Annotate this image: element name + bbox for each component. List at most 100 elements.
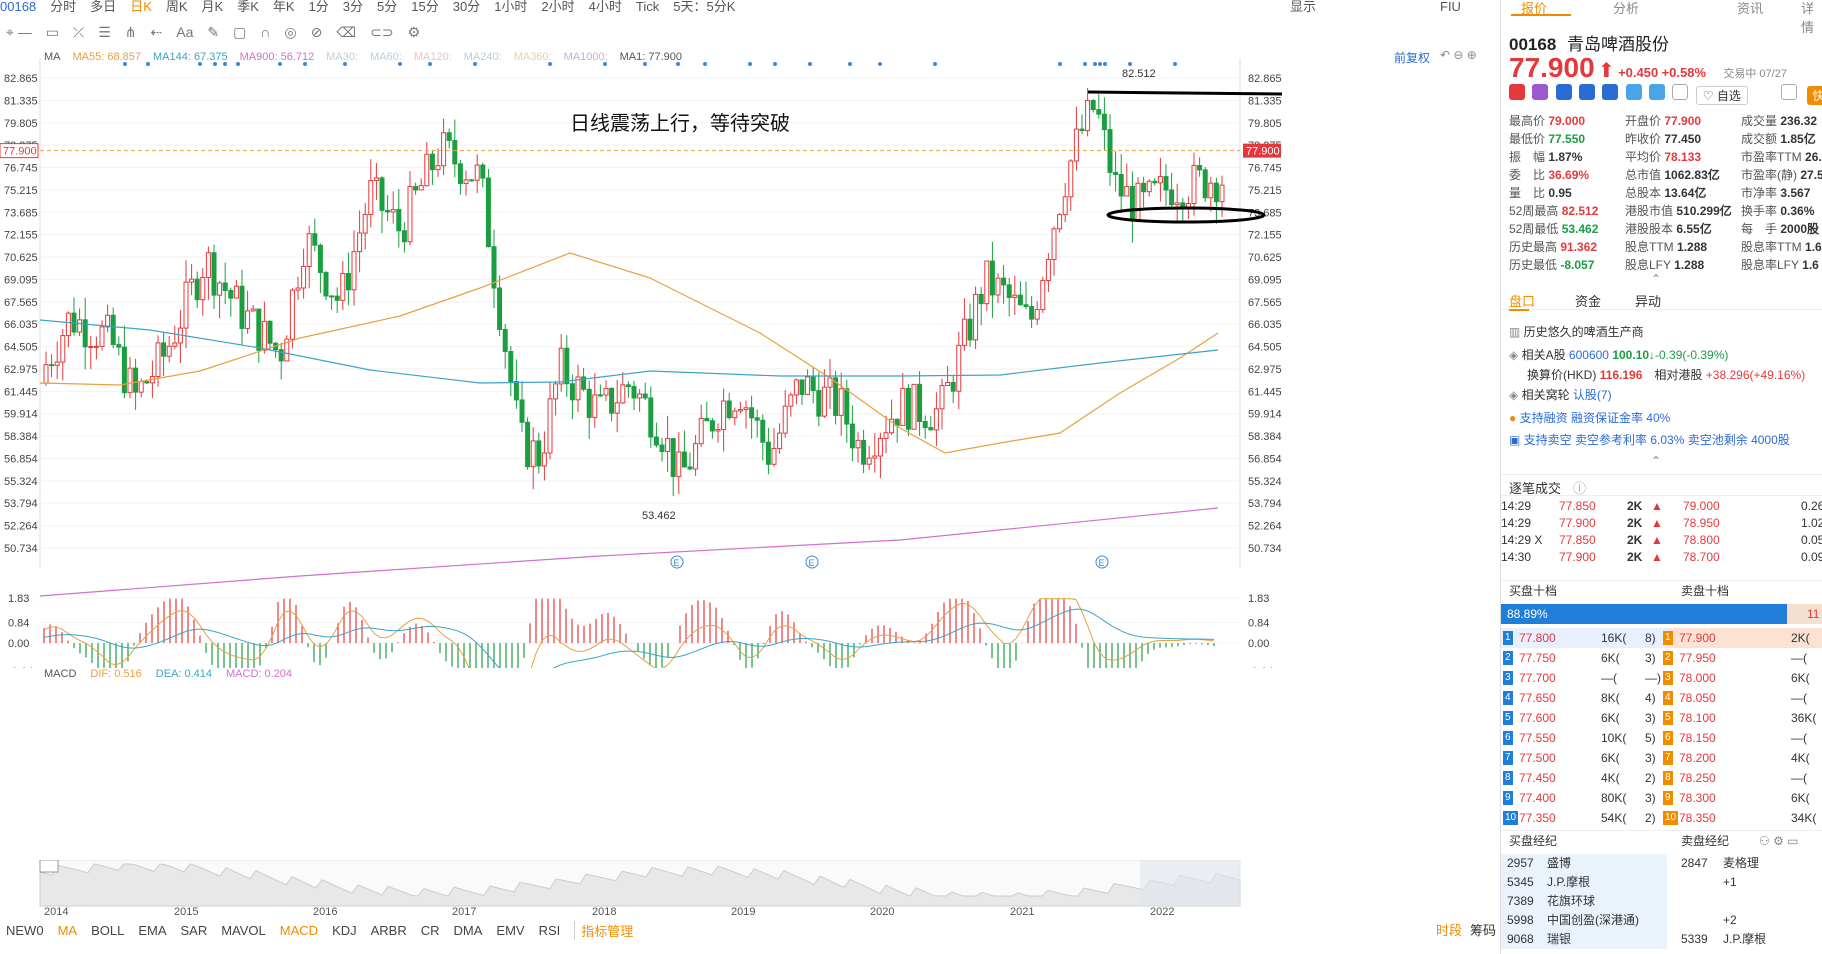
ask-price-2[interactable]: 78.000 — [1679, 668, 1716, 688]
indicator-manager[interactable]: 指标管理 — [574, 920, 633, 940]
collapse-icon[interactable]: ⌃ — [1651, 272, 1661, 286]
period-tab-14[interactable]: 4小时 — [589, 0, 622, 13]
bell-icon[interactable] — [1781, 84, 1798, 100]
arrow-icon[interactable]: ⇠ — [151, 24, 163, 41]
s-icon[interactable] — [1602, 84, 1619, 100]
tab-pankou[interactable]: 盘口 — [1509, 291, 1535, 310]
indicator-tab-5[interactable]: MAVOL — [221, 923, 266, 938]
bid-price-9[interactable]: 77.350 — [1519, 808, 1556, 828]
ask-price-7[interactable]: 78.250 — [1679, 768, 1716, 788]
link-icon[interactable]: ⊂⊃ — [370, 24, 393, 41]
comment-icon[interactable]: ▢ — [233, 24, 246, 41]
broker-bid-name-2[interactable]: 花旗环球 — [1547, 892, 1595, 911]
bid-price-1[interactable]: 77.750 — [1519, 648, 1556, 668]
broker-tools-icon[interactable]: ⚇ ⚙ ▭ — [1759, 831, 1799, 851]
indicator-tab-12[interactable]: RSI — [539, 923, 561, 938]
period-tab-15[interactable]: Tick — [636, 0, 659, 13]
watchlist-button[interactable]: ♡ 自选 — [1695, 86, 1748, 105]
ask-price-9[interactable]: 78.350 — [1679, 808, 1716, 828]
indicator-tab-3[interactable]: EMA — [138, 923, 166, 938]
candlestick-chart[interactable]: 82.86582.86581.33581.33579.80579.80578.2… — [0, 48, 1500, 668]
warrant-val[interactable]: 认股(7) — [1573, 388, 1612, 402]
bid-price-6[interactable]: 77.500 — [1519, 748, 1556, 768]
broker-ask-name-4[interactable]: J.P.摩根 — [1723, 930, 1766, 949]
ask-price-4[interactable]: 78.100 — [1679, 708, 1716, 728]
broker-ask-name-0[interactable]: 麦格理 — [1723, 854, 1759, 873]
star-icon[interactable] — [1532, 84, 1549, 100]
stock-code-tab[interactable]: 00168 — [0, 0, 36, 13]
tab-yidong[interactable]: 异动 — [1635, 291, 1661, 310]
line-icon[interactable]: ⤫ — [73, 24, 84, 41]
short-a[interactable]: 支持卖空 — [1524, 433, 1572, 447]
margin-a[interactable]: 支持融资 — [1520, 411, 1568, 425]
period-tab-5[interactable]: 季K — [237, 0, 259, 13]
cursor-icon[interactable]: ⌖ — — [6, 24, 32, 41]
ask-price-6[interactable]: 78.200 — [1679, 748, 1716, 768]
a-share-row[interactable]: ◈ 相关A股 600600 100.10↓-0.39(-0.39%) — [1509, 346, 1822, 364]
a-share-code[interactable]: 600600 — [1569, 348, 1609, 362]
collapse2-icon[interactable]: ⌃ — [1651, 454, 1661, 468]
bid-price-4[interactable]: 77.600 — [1519, 708, 1556, 728]
hk-flag-icon[interactable] — [1509, 84, 1525, 100]
indicator-right-0[interactable]: 时段 — [1436, 923, 1462, 938]
indicator-tab-9[interactable]: CR — [421, 923, 440, 938]
ask-price-0[interactable]: 77.900 — [1679, 628, 1716, 648]
period-tab-7[interactable]: 1分 — [309, 0, 329, 13]
ask-price-5[interactable]: 78.150 — [1679, 728, 1716, 748]
period-tab-16[interactable]: 5天：5分K — [673, 0, 735, 13]
fast-trade-button[interactable]: 快捷交 — [1806, 86, 1822, 105]
period-tab-3[interactable]: 周K — [166, 0, 188, 13]
period-tab-8[interactable]: 3分 — [343, 0, 363, 13]
brush-icon[interactable]: ✎ — [207, 24, 219, 41]
quote-tab-2[interactable]: 资讯 — [1737, 0, 1763, 17]
indicator-tab-7[interactable]: KDJ — [332, 923, 357, 938]
bid-price-5[interactable]: 77.550 — [1519, 728, 1556, 748]
period-tab-6[interactable]: 年K — [273, 0, 295, 13]
bid-price-7[interactable]: 77.450 — [1519, 768, 1556, 788]
dollar-icon[interactable] — [1579, 84, 1596, 100]
swap-icon[interactable] — [1555, 84, 1572, 100]
period-tab-0[interactable]: 分时 — [50, 0, 76, 13]
broker-bid-name-3[interactable]: 中国创盈(深港通) — [1547, 911, 1639, 930]
tab-zijin[interactable]: 资金 — [1575, 291, 1601, 310]
rect-icon[interactable]: ▭ — [46, 24, 59, 41]
bid-price-3[interactable]: 77.650 — [1519, 688, 1556, 708]
broker-bid-name-0[interactable]: 盛博 — [1547, 854, 1571, 873]
period-tab-4[interactable]: 月K — [202, 0, 224, 13]
indicator-tab-10[interactable]: DMA — [454, 923, 483, 938]
period-tab-13[interactable]: 2小时 — [541, 0, 574, 13]
settings-icon[interactable]: ⚙ — [408, 24, 421, 41]
fork-icon[interactable]: ⋔ — [125, 24, 137, 41]
magnet-icon[interactable]: ∩ — [260, 24, 270, 40]
topbar-right[interactable]: 显示 — [1290, 0, 1316, 13]
timeline-navigator[interactable]: 2014 2015 2016 2017 2018 2019 2020 2021 2022 — [0, 860, 1440, 916]
period-tab-1[interactable]: 多日 — [90, 0, 116, 13]
delete-icon[interactable]: ⌫ — [336, 24, 356, 41]
quote-tab-3[interactable]: 详情 — [1801, 0, 1822, 36]
period-tab-10[interactable]: 15分 — [411, 0, 438, 13]
doc-icon[interactable] — [1672, 84, 1689, 100]
eye-icon[interactable]: ⊘ — [311, 24, 323, 41]
warrant-row[interactable]: ◈ 相关窝轮 认股(7) — [1509, 386, 1822, 404]
tag-icon[interactable] — [1649, 84, 1666, 100]
period-tab-9[interactable]: 5分 — [377, 0, 397, 13]
bid-price-8[interactable]: 77.400 — [1519, 788, 1556, 808]
period-tab-2[interactable]: 日K — [130, 0, 152, 13]
indicator-tab-1[interactable]: MA — [58, 923, 78, 938]
indicator-tab-0[interactable]: NEW0 — [6, 923, 44, 938]
broker-bid-name-4[interactable]: 瑞银 — [1547, 930, 1571, 949]
broker-ask-name-1[interactable]: +1 — [1723, 873, 1737, 892]
ask-price-8[interactable]: 78.300 — [1679, 788, 1716, 808]
indicator-tab-8[interactable]: ARBR — [371, 923, 407, 938]
indicator-tab-4[interactable]: SAR — [180, 923, 207, 938]
macd-label[interactable]: MACD — [44, 668, 76, 680]
bid-price-2[interactable]: 77.700 — [1519, 668, 1556, 688]
indicator-tab-6[interactable]: MACD — [280, 923, 318, 938]
indicator-tab-2[interactable]: BOLL — [91, 923, 124, 938]
ask-price-1[interactable]: 77.950 — [1679, 648, 1716, 668]
hlines-icon[interactable]: ☰ — [98, 24, 111, 41]
chat-icon[interactable] — [1625, 84, 1642, 100]
help-icon[interactable]: ⓘ — [1573, 478, 1586, 497]
period-tab-11[interactable]: 30分 — [453, 0, 480, 13]
indicator-right-1[interactable]: 筹码 — [1470, 923, 1496, 938]
